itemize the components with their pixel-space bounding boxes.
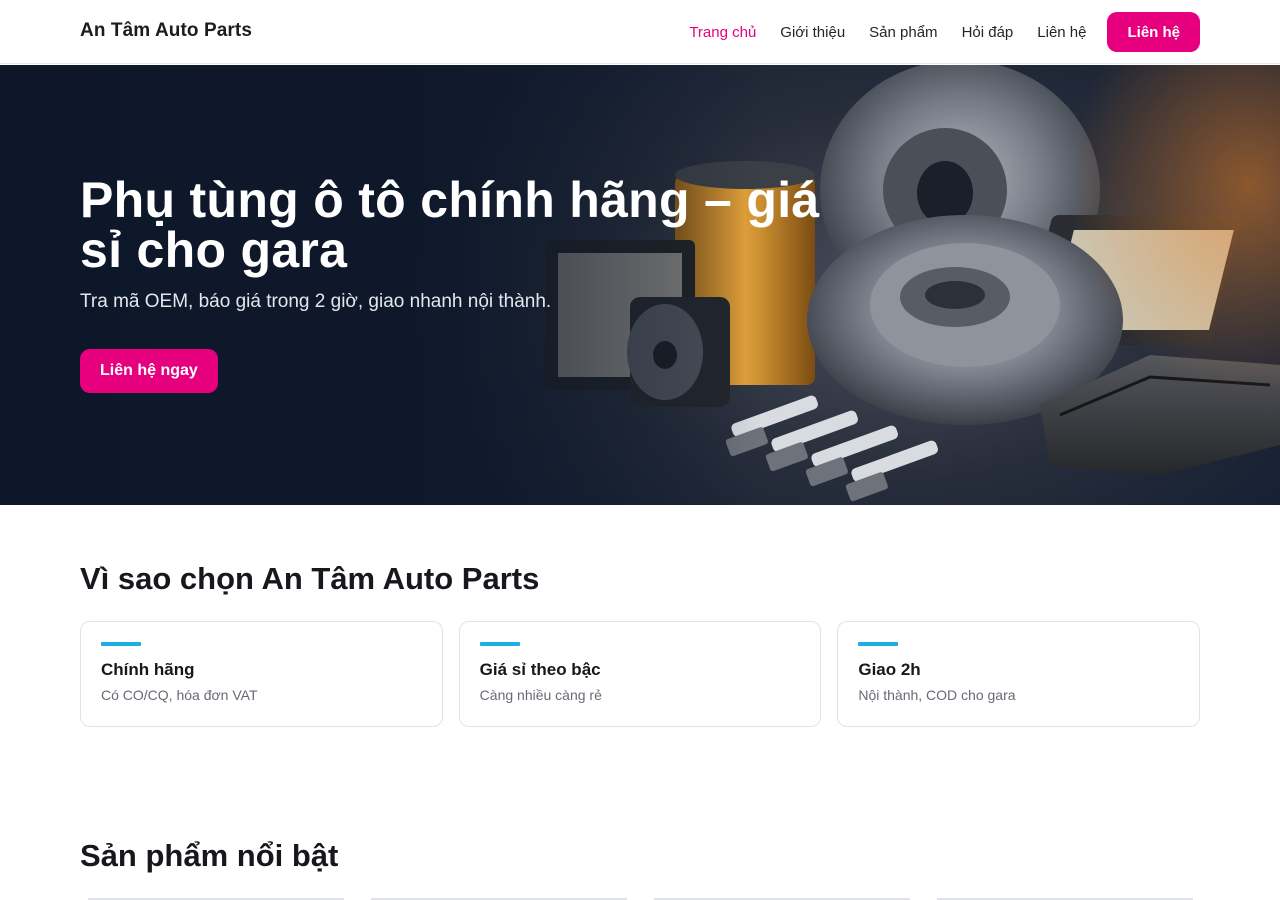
card-text: Có CO/CQ, hóa đơn VAT [101, 687, 258, 703]
featured-section-title: Sản phẩm nổi bật [80, 838, 339, 873]
site-header: An Tâm Auto Parts Trang chủ Giới thiệu S… [0, 0, 1280, 64]
hero-subtitle: Tra mã OEM, báo giá trong 2 giờ, giao nh… [80, 291, 552, 312]
hero-overlay [0, 65, 760, 505]
why-section-title: Vì sao chọn An Tâm Auto Parts [80, 561, 540, 596]
card-title: Giao 2h [858, 660, 921, 679]
hero-banner: Phụ tùng ô tô chính hãng – giá sỉ cho ga… [0, 65, 1280, 505]
hero-light-glow [920, 65, 1280, 505]
hero-title: Phụ tùng ô tô chính hãng – giá sỉ cho ga… [80, 172, 820, 278]
card-accent-bar [858, 642, 899, 646]
header-contact-button[interactable]: Liên hệ [1107, 12, 1200, 52]
nav-item-contact[interactable]: Liên hệ [1037, 24, 1086, 41]
card-text: Càng nhiều càng rẻ [479, 687, 602, 703]
brand-logo-text[interactable]: An Tâm Auto Parts [80, 20, 252, 42]
card-text: Nội thành, COD cho gara [858, 687, 1016, 703]
nav-item-about[interactable]: Giới thiệu [780, 24, 845, 41]
nav-item-faq[interactable]: Hỏi đáp [962, 24, 1014, 41]
card-accent-bar [101, 642, 141, 646]
hero-contact-button[interactable]: Liên hệ ngay [80, 349, 218, 393]
feature-card: Giao 2h Nội thành, COD cho gara [837, 621, 1201, 727]
nav-item-products[interactable]: Sản phẩm [869, 24, 937, 41]
card-title: Giá sỉ theo bậc [479, 660, 601, 679]
main-nav: Trang chủ Giới thiệu Sản phẩm Hỏi đáp Li… [665, 12, 1200, 52]
card-title: Chính hãng [101, 660, 195, 679]
feature-card: Chính hãng Có CO/CQ, hóa đơn VAT [80, 621, 443, 727]
feature-cards: Chính hãng Có CO/CQ, hóa đơn VAT Giá sỉ … [80, 621, 1201, 727]
card-accent-bar [479, 642, 520, 646]
nav-item-home[interactable]: Trang chủ [689, 24, 756, 41]
feature-card: Giá sỉ theo bậc Càng nhiều càng rẻ [458, 621, 822, 727]
